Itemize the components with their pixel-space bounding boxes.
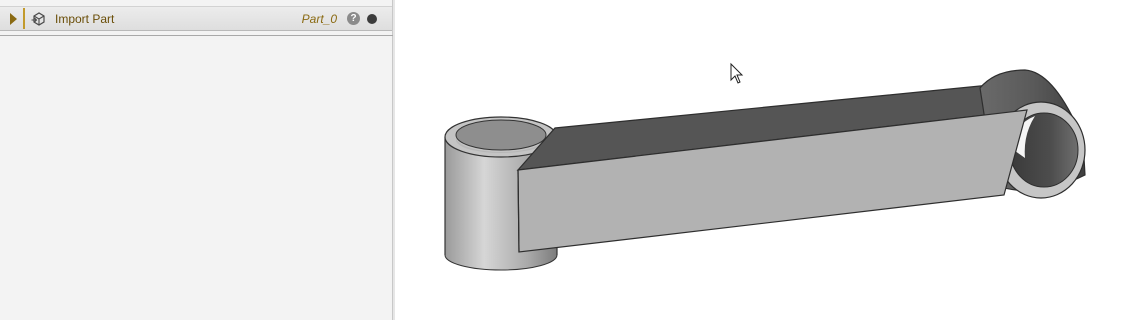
expand-arrow-icon[interactable]: [10, 13, 17, 25]
arrow-cursor: [730, 62, 744, 84]
status-dot-icon: [367, 14, 377, 24]
3d-viewport[interactable]: [395, 0, 1148, 320]
part-render[interactable]: [395, 0, 1148, 320]
help-icon[interactable]: ?: [347, 12, 360, 25]
feature-tree-panel: Import Part Part_0 ?: [0, 0, 393, 320]
feature-row-import-part[interactable]: Import Part Part_0 ?: [0, 6, 392, 31]
feature-output-name[interactable]: Part_0: [302, 12, 337, 26]
feature-state-bar: [23, 8, 25, 29]
tree-divider: [0, 35, 393, 36]
import-part-icon: [31, 12, 45, 26]
feature-label: Import Part: [55, 12, 115, 26]
app-window: Import Part Part_0 ?: [0, 0, 1148, 320]
